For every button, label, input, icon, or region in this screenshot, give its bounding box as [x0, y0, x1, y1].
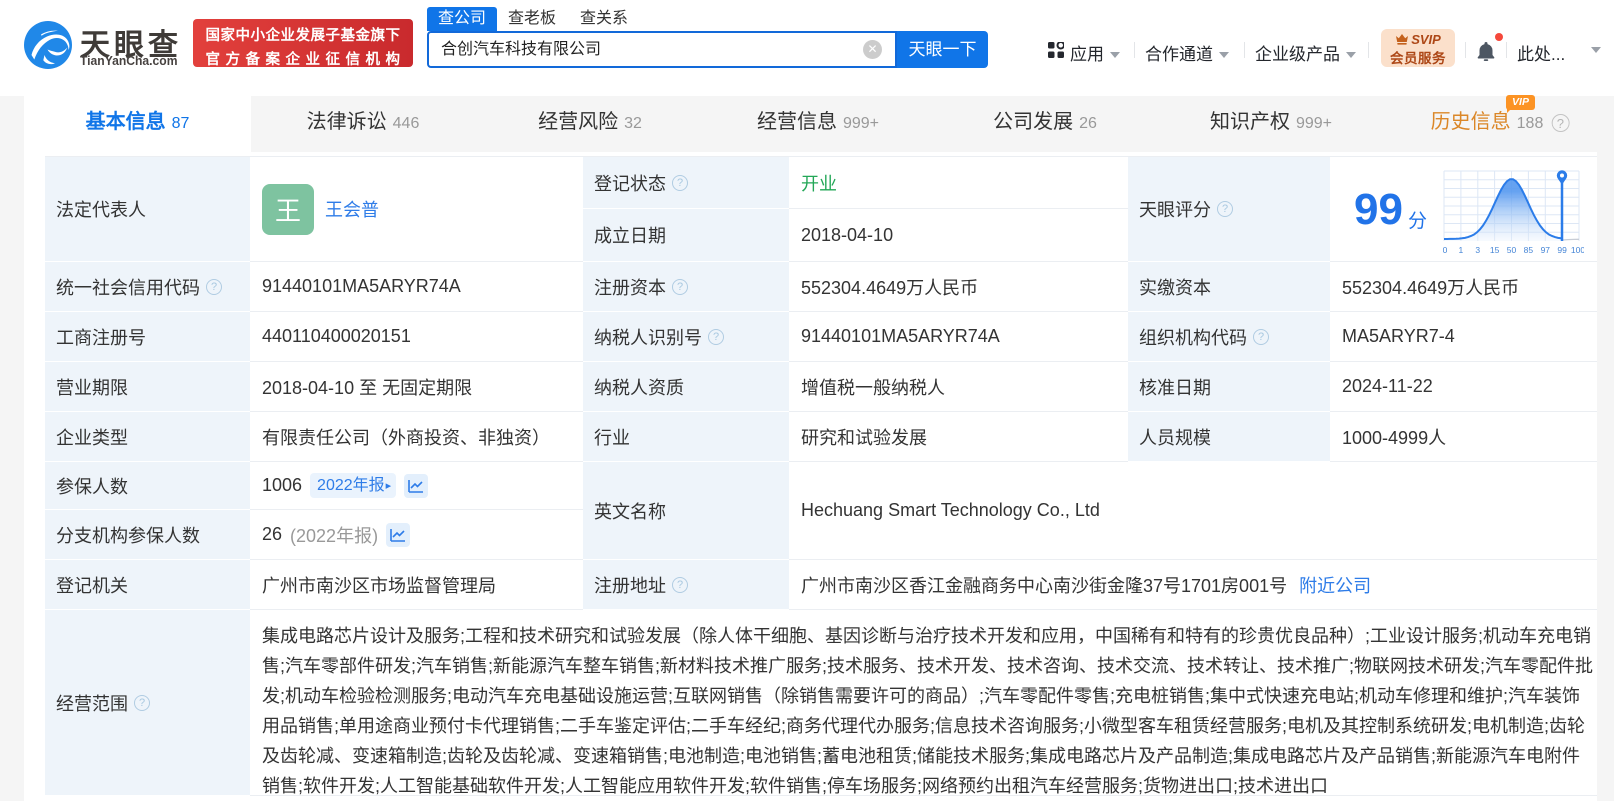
- svg-text:0: 0: [1443, 245, 1448, 255]
- svg-text:3: 3: [1475, 245, 1480, 255]
- svg-text:97: 97: [1541, 245, 1551, 255]
- svg-text:1: 1: [1459, 245, 1464, 255]
- svg-text:99: 99: [1557, 245, 1567, 255]
- svg-text:85: 85: [1524, 245, 1534, 255]
- svg-text:15: 15: [1490, 245, 1500, 255]
- svg-text:100: 100: [1571, 245, 1584, 255]
- svg-text:50: 50: [1507, 245, 1517, 255]
